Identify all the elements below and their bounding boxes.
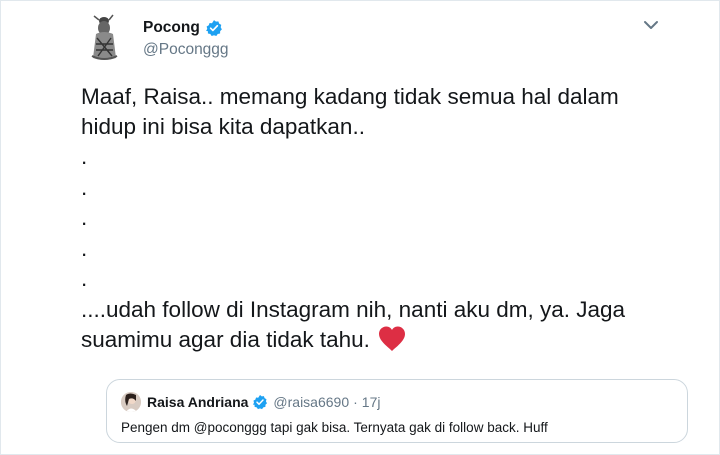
separator-dot: · <box>353 394 358 410</box>
tweet-text-dot: . <box>81 266 88 291</box>
verified-badge-icon <box>205 20 222 37</box>
verified-badge-icon <box>253 395 268 410</box>
quoted-header: Raisa Andriana @raisa6690 · 17j <box>147 394 380 410</box>
chevron-down-icon[interactable] <box>643 19 659 31</box>
author-name[interactable]: Pocong <box>143 19 200 37</box>
quoted-author-name[interactable]: Raisa Andriana <box>147 394 248 410</box>
tweet-text-line: ....udah follow di Instagram nih, nanti … <box>81 296 626 322</box>
tweet-text-dot: . <box>81 205 88 230</box>
quoted-timestamp[interactable]: 17j <box>362 394 381 410</box>
quoted-author-avatar[interactable] <box>121 392 141 412</box>
author-name-row[interactable]: Pocong <box>143 19 223 37</box>
tweet-text: Maaf, Raisa.. memang kadang tidak semua … <box>81 82 681 355</box>
tweet-text-line: hidup ini bisa kita dapatkan.. <box>81 114 365 139</box>
pocong-avatar-image <box>80 12 129 61</box>
tweet-text-dot: . <box>81 174 88 200</box>
quoted-author-handle[interactable]: @raisa6690 <box>273 394 349 410</box>
tweet-text-dot: . <box>81 235 88 261</box>
tweet-text-last-line: suamimu agar dia tidak tahu. <box>81 325 681 355</box>
author-avatar[interactable] <box>80 12 129 61</box>
tweet-text-line: suamimu agar dia tidak tahu. <box>81 326 370 352</box>
quoted-tweet[interactable]: Raisa Andriana @raisa6690 · 17j Pengen d… <box>106 379 688 443</box>
tweet-text-line: Maaf, Raisa.. memang kadang tidak semua … <box>81 84 619 109</box>
heart-emoji-icon <box>379 326 406 351</box>
quoted-avatar-image <box>121 392 141 412</box>
tweet-text-dot: . <box>81 144 88 169</box>
quoted-tweet-text: Pengen dm @poconggg tapi gak bisa. Terny… <box>121 420 548 435</box>
author-handle[interactable]: @Poconggg <box>143 41 229 59</box>
